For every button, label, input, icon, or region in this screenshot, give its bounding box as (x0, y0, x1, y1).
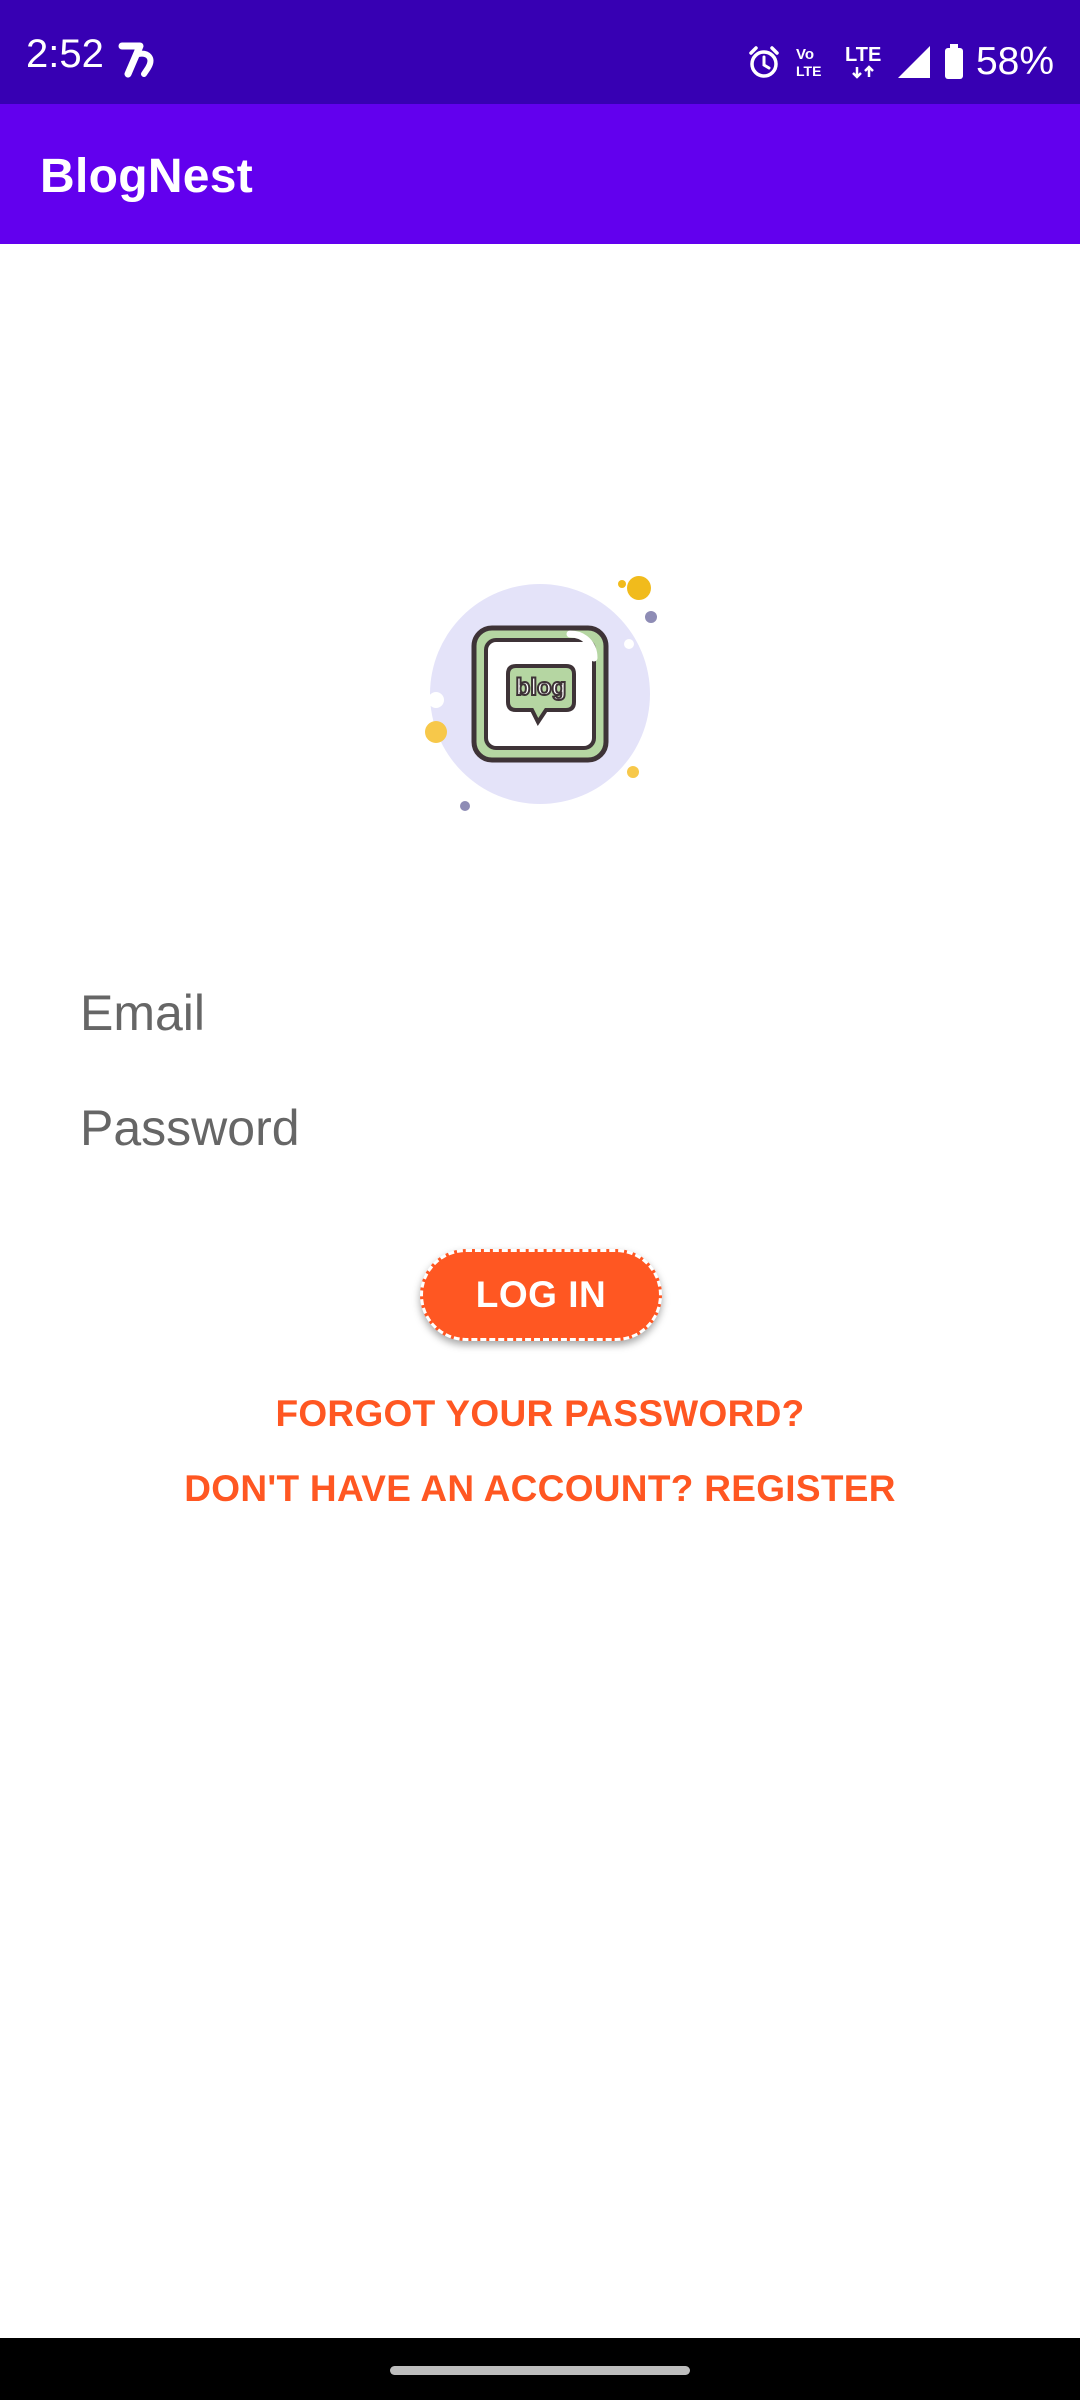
status-time: 2:52 (26, 32, 104, 76)
app-bar: BlogNest (0, 104, 1080, 244)
blog-logo-icon: blog (414, 566, 674, 826)
login-button-label: LOG IN (475, 1274, 607, 1315)
svg-text:LTE: LTE (796, 63, 821, 79)
app-title: BlogNest (40, 150, 254, 203)
volte-icon: Vo LTE (794, 44, 832, 80)
lte-text: LTE (845, 44, 881, 66)
logo-text: blog (516, 674, 567, 701)
navigation-bar (0, 2338, 1080, 2400)
email-field[interactable] (80, 973, 1000, 1053)
register-link[interactable]: DON'T HAVE AN ACCOUNT? REGISTER (0, 1468, 1080, 1510)
forgot-password-link[interactable]: FORGOT YOUR PASSWORD? (0, 1393, 1080, 1435)
signal-icon (896, 44, 932, 80)
battery-percent: 58% (975, 40, 1054, 83)
password-field[interactable] (80, 1088, 1000, 1168)
home-gesture-handle[interactable] (390, 2366, 690, 2375)
status-bar: 2:52 Vo LTE LTE 58% (0, 0, 1080, 104)
lte-icon: LTE (844, 43, 884, 81)
svg-text:Vo: Vo (796, 46, 814, 63)
battery-icon (944, 44, 964, 80)
status-icons: Vo LTE LTE 58% (746, 38, 1054, 86)
alarm-icon (746, 44, 782, 80)
login-button[interactable]: LOG IN (420, 1249, 662, 1341)
notification-app-icon (118, 40, 160, 78)
